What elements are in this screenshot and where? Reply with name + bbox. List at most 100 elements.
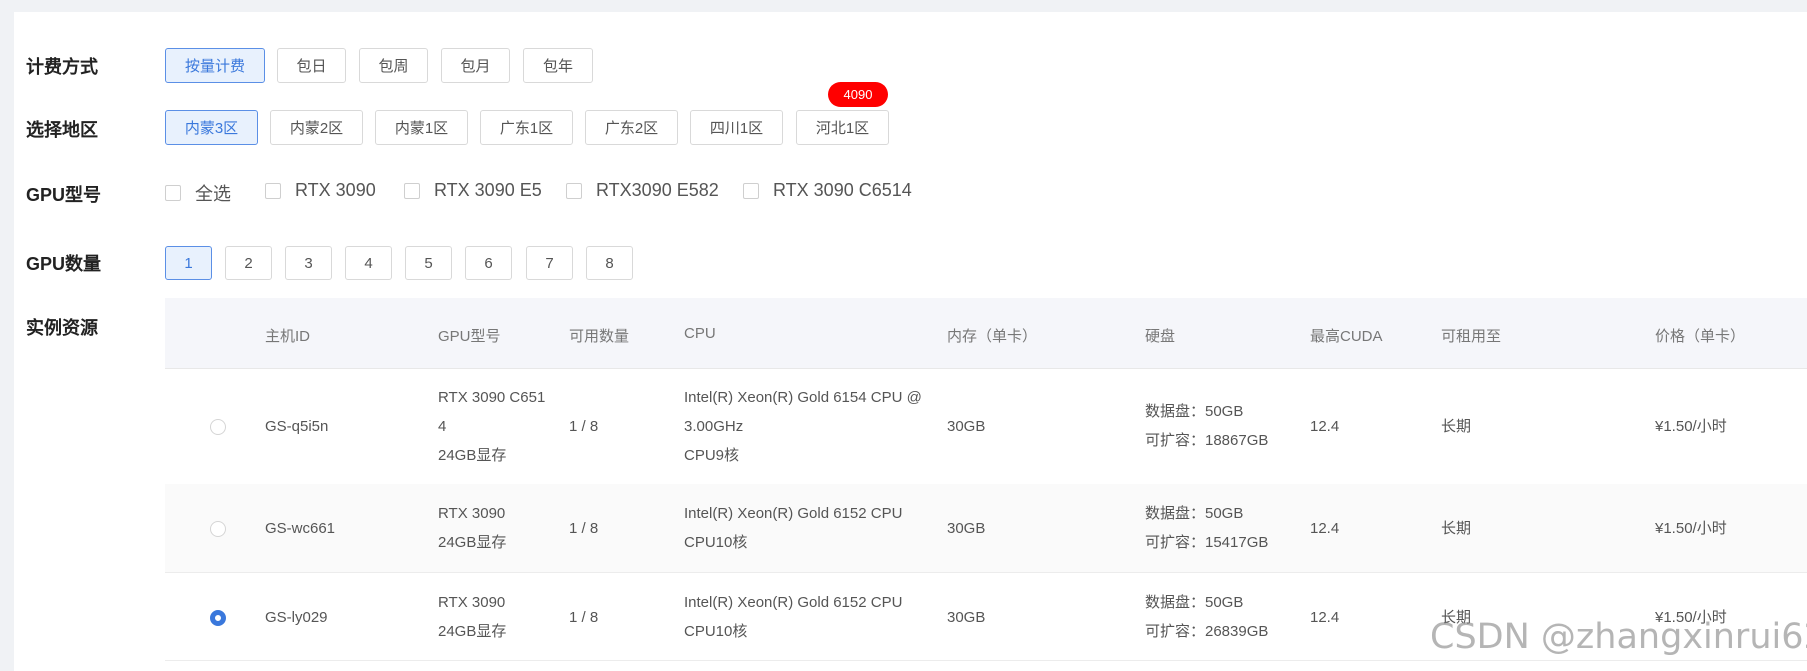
instance-table: 主机ID GPU型号 可用数量 CPU 内存（单卡） 硬盘 最高CUDA 可租用… <box>165 298 1807 671</box>
cuda-value: 12.4 <box>1310 520 1340 537</box>
table-row[interactable]: GS-wc661 RTX 3090 24GB显存 1 / 8 Intel(R) … <box>165 484 1807 573</box>
cell-line: 数据盘：50GB <box>1145 505 1244 522</box>
instances-label: 实例资源 <box>26 318 98 338</box>
cell-line: 数据盘：50GB <box>1145 594 1244 611</box>
region-option-hebei1[interactable]: 河北1区 <box>796 110 889 145</box>
gpu-count-option-8[interactable]: 8 <box>586 246 633 280</box>
gpu-count-option-3[interactable]: 3 <box>285 246 332 280</box>
gpu-model-option-rtx3090-c6514[interactable]: RTX 3090 C6514 <box>743 180 912 201</box>
checkbox[interactable] <box>566 182 582 199</box>
checkbox[interactable] <box>404 182 420 199</box>
cell-line: RTX 3090 <box>438 505 506 522</box>
column-header-price: 价格（单卡） <box>1655 328 1746 345</box>
cell-line: 24GB显存 <box>438 623 507 640</box>
gpu-count-option-6[interactable]: 6 <box>465 246 512 280</box>
gpu-model-label: GPU型号 <box>26 185 102 205</box>
gpu-model-cell: RTX 3090 24GB显存 <box>438 499 506 557</box>
gpu-count-label: GPU数量 <box>26 254 102 274</box>
lease-value: 长期 <box>1441 520 1472 537</box>
cpu-cell: Intel(R) Xeon(R) Gold 6152 CPU CPU10核 <box>684 499 902 557</box>
memory-value: 30GB <box>947 520 986 537</box>
gpu-count-option-5[interactable]: 5 <box>405 246 452 280</box>
cell-line: 4 <box>438 418 447 435</box>
watermark: CSDN @zhangxinrui627 <box>1430 617 1807 657</box>
region-option-guangdong2[interactable]: 广东2区 <box>585 110 678 145</box>
billing-option-weekly[interactable]: 包周 <box>359 48 428 83</box>
region-option-sichuan1[interactable]: 四川1区 <box>690 110 783 145</box>
cell-line: 数据盘：50GB <box>1145 403 1244 420</box>
region-option-guangdong1[interactable]: 广东1区 <box>480 110 573 145</box>
region-label: 选择地区 <box>26 120 98 140</box>
cpu-cell: Intel(R) Xeon(R) Gold 6154 CPU @ 3.00GHz… <box>684 383 922 470</box>
gpu-model-cell: RTX 3090 24GB显存 <box>438 588 506 646</box>
lease-value: 长期 <box>1441 418 1472 435</box>
column-header-host-id: 主机ID <box>265 328 311 345</box>
cell-line: CPU10核 <box>684 623 748 640</box>
region-option-neimeng1[interactable]: 内蒙1区 <box>375 110 468 145</box>
billing-option-yearly[interactable]: 包年 <box>523 48 593 83</box>
gpu-model-option-rtx3090-e5[interactable]: RTX 3090 E5 <box>404 180 542 201</box>
column-header-lease-until: 可租用至 <box>1441 328 1502 345</box>
row-select-radio[interactable] <box>210 419 226 435</box>
column-header-available: 可用数量 <box>569 328 630 345</box>
billing-option-daily[interactable]: 包日 <box>277 48 346 83</box>
region-badge: 4090 <box>828 82 888 107</box>
disk-cell: 数据盘：50GB 可扩容：15417GB <box>1145 499 1268 557</box>
host-id: GS-q5i5n <box>265 418 329 435</box>
cell-line: Intel(R) Xeon(R) Gold 6152 CPU <box>684 594 903 611</box>
cell-line: 3.00GHz <box>684 418 744 435</box>
price-value: ¥1.50/小时 <box>1655 418 1727 435</box>
host-id: GS-ly029 <box>265 609 328 626</box>
available-count: 1 / 8 <box>569 418 599 435</box>
disk-cell: 数据盘：50GB 可扩容：18867GB <box>1145 397 1268 455</box>
cuda-value: 12.4 <box>1310 418 1340 435</box>
cpu-cell: Intel(R) Xeon(R) Gold 6152 CPU CPU10核 <box>684 588 902 646</box>
billing-label: 计费方式 <box>26 57 98 77</box>
checkbox[interactable] <box>743 182 759 199</box>
cuda-value: 12.4 <box>1310 609 1340 626</box>
region-option-neimeng2[interactable]: 内蒙2区 <box>270 110 363 145</box>
gpu-count-option-4[interactable]: 4 <box>345 246 392 280</box>
memory-value: 30GB <box>947 418 986 435</box>
cell-line: Intel(R) Xeon(R) Gold 6154 CPU @ <box>684 389 922 406</box>
gpu-model-option-label: RTX3090 E582 <box>596 180 719 200</box>
gpu-model-cell: RTX 3090 C651 4 24GB显存 <box>438 383 545 470</box>
row-select-radio[interactable] <box>210 610 226 626</box>
cell-line: CPU9核 <box>684 447 740 464</box>
cell-line: 24GB显存 <box>438 447 507 464</box>
host-id: GS-wc661 <box>265 520 336 537</box>
checkbox[interactable] <box>165 185 181 201</box>
billing-option-monthly[interactable]: 包月 <box>441 48 510 83</box>
available-count: 1 / 8 <box>569 609 599 626</box>
checkbox[interactable] <box>265 182 281 199</box>
gpu-count-option-7[interactable]: 7 <box>526 246 573 280</box>
gpu-model-option-label: RTX 3090 C6514 <box>773 180 912 200</box>
column-header-cpu: CPU <box>684 325 716 342</box>
cell-line: RTX 3090 <box>438 594 506 611</box>
table-header: 主机ID GPU型号 可用数量 CPU 内存（单卡） 硬盘 最高CUDA 可租用… <box>165 298 1807 369</box>
gpu-count-option-2[interactable]: 2 <box>225 246 272 280</box>
column-header-max-cuda: 最高CUDA <box>1310 328 1383 345</box>
price-value: ¥1.50/小时 <box>1655 520 1727 537</box>
billing-option-hourly[interactable]: 按量计费 <box>165 48 265 83</box>
gpu-count-option-1[interactable]: 1 <box>165 246 212 280</box>
cell-line: Intel(R) Xeon(R) Gold 6152 CPU <box>684 505 903 522</box>
available-count: 1 / 8 <box>569 520 599 537</box>
cell-line: 24GB显存 <box>438 534 507 551</box>
cell-line: RTX 3090 C651 <box>438 389 546 406</box>
row-select-radio[interactable] <box>210 521 226 537</box>
table-row[interactable]: GS-q5i5n RTX 3090 C651 4 24GB显存 1 / 8 In… <box>165 368 1807 485</box>
gpu-model-option-rtx3090-e582[interactable]: RTX3090 E582 <box>566 180 719 201</box>
column-header-disk: 硬盘 <box>1145 328 1176 345</box>
gpu-model-option-label: 全选 <box>195 184 231 204</box>
cell-line: 可扩容：26839GB <box>1145 623 1269 640</box>
disk-cell: 数据盘：50GB 可扩容：26839GB <box>1145 588 1268 646</box>
memory-value: 30GB <box>947 609 986 626</box>
cell-line: 可扩容：18867GB <box>1145 432 1269 449</box>
cell-line: CPU10核 <box>684 534 748 551</box>
region-option-neimeng3[interactable]: 内蒙3区 <box>165 110 258 145</box>
gpu-model-option-label: RTX 3090 <box>295 180 376 200</box>
column-header-memory: 内存（单卡） <box>947 328 1038 345</box>
gpu-model-option-all[interactable]: 全选 <box>165 180 231 206</box>
gpu-model-option-rtx3090[interactable]: RTX 3090 <box>265 180 376 201</box>
